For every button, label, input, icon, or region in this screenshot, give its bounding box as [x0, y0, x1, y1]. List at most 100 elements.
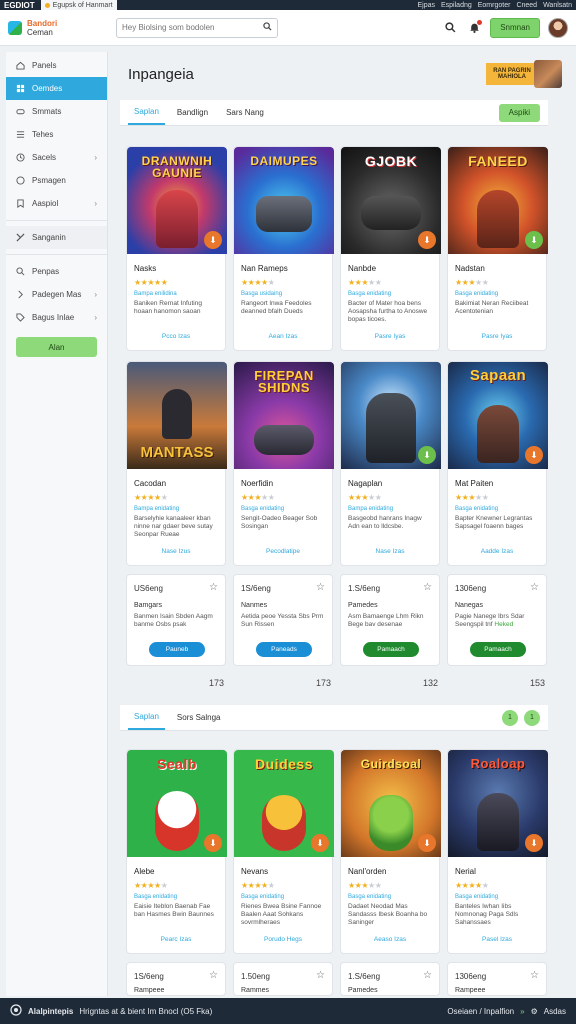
game-link[interactable]: Pcco Izas: [127, 333, 225, 340]
page-button-1[interactable]: 1: [502, 709, 518, 726]
game-tag: Basga enidating: [241, 894, 285, 900]
game-link[interactable]: Pearc Izas: [127, 936, 225, 943]
notifications-button[interactable]: [466, 19, 483, 36]
game-link[interactable]: Pasre Iyas: [448, 333, 546, 340]
favorite-icon[interactable]: ☆: [423, 582, 432, 593]
cover-figure: [254, 425, 314, 455]
game-card[interactable]: Sapaan ⬇ Mat Paiten ★★★★★ Basga enidatin…: [447, 361, 548, 566]
game-card[interactable]: DAIMUPES Nan Rameps ★★★★★ Basga usidaing…: [233, 146, 334, 351]
pricing-title: Nanegas: [455, 602, 484, 609]
pricing-button[interactable]: Pamaach: [363, 642, 419, 657]
sidebar-item-oemdes[interactable]: Oemdes: [6, 77, 107, 100]
sidebar-item-sanganin[interactable]: Sanganin: [6, 226, 107, 249]
game-link[interactable]: Pasel Izas: [448, 936, 546, 943]
game-link[interactable]: Porudo Hegs: [234, 936, 332, 943]
download-icon[interactable]: ⬇: [418, 446, 436, 464]
favorite-icon[interactable]: ☆: [530, 970, 539, 981]
download-icon[interactable]: ⬇: [418, 834, 436, 852]
signin-button[interactable]: Snmnan: [490, 17, 540, 38]
game-card[interactable]: GJOBK ⬇ Nanbde ★★★★★ Basga enidating Bac…: [340, 146, 441, 351]
promo-banner[interactable]: RAN PAGRIN MAHIOLA: [486, 60, 564, 88]
game-cover: Roaloap ⬇: [448, 750, 548, 857]
search-icon[interactable]: [263, 22, 272, 33]
tab-action-button[interactable]: Aspiki: [498, 103, 540, 122]
favorite-icon[interactable]: ☆: [209, 582, 218, 593]
game-card[interactable]: FANEED ⬇ Nadstan ★★★★★ Basga enidating B…: [447, 146, 548, 351]
search-button[interactable]: [442, 20, 458, 36]
game-link[interactable]: Aeaso Izas: [341, 936, 439, 943]
download-icon[interactable]: ⬇: [204, 834, 222, 852]
pricing-button[interactable]: Paneads: [256, 642, 312, 657]
game-card[interactable]: DRANWNIH GAUNIE ⬇ Nasks ★★★★★ Bampa enil…: [126, 146, 227, 351]
tab-saplan-2[interactable]: Saplan: [128, 704, 165, 730]
cover-figure: [477, 190, 519, 248]
game-description: Eaisie Iteblon Baenab Fae ban Hasmes Bwi…: [134, 903, 214, 918]
sidebar-item-sacels[interactable]: Sacels ›: [6, 146, 107, 169]
game-card[interactable]: Sealb ⬇ Alebe ★★★★★ Basga enidating Eais…: [126, 749, 227, 954]
game-link[interactable]: Pasre Iyas: [341, 333, 439, 340]
status-right-1[interactable]: Oseiaen / Inpalfion: [447, 1007, 514, 1016]
os-item-4[interactable]: Cneed: [516, 2, 537, 9]
download-icon[interactable]: ⬇: [418, 231, 436, 249]
pricing-row-1: US6eng ☆ Bamgars Banmen Isain Sbden Aagm…: [126, 574, 547, 666]
rating-stars: ★★★★★: [134, 881, 168, 890]
favorite-icon[interactable]: ☆: [316, 970, 325, 981]
os-item-1[interactable]: Ejpas: [417, 2, 435, 9]
game-card[interactable]: Guirdsoal ⬇ Nanl'orden ★★★★★ Basga enida…: [340, 749, 441, 954]
sidebar-item-penpas[interactable]: Penpas: [6, 260, 107, 283]
sidebar-item-padegen[interactable]: Padegen Mas ›: [6, 283, 107, 306]
game-card[interactable]: ⬇ Nagaplan ★★★★★ Bampa enidating Basgeob…: [340, 361, 441, 566]
app-logo[interactable]: Bandori Ceman: [8, 19, 108, 37]
download-icon[interactable]: ⬇: [525, 231, 543, 249]
favorite-icon[interactable]: ☆: [316, 582, 325, 593]
download-icon[interactable]: ⬇: [525, 446, 543, 464]
pricing-button[interactable]: Pauneb: [149, 642, 205, 657]
game-card[interactable]: FIREPAN SHIDNS Noerfidin ★★★★★ Basga eni…: [233, 361, 334, 566]
sidebar-item-psmagen[interactable]: Psmagen: [6, 169, 107, 192]
game-description: Rienes Bwea Bsine Fannoe Baalen Aaat Soh…: [241, 903, 322, 926]
favorite-icon[interactable]: ☆: [423, 970, 432, 981]
game-card[interactable]: Roaloap ⬇ Nerial ★★★★★ Basga enidating B…: [447, 749, 548, 954]
favorite-icon[interactable]: ☆: [209, 970, 218, 981]
game-link[interactable]: Aadde Izas: [448, 548, 546, 555]
settings-icon[interactable]: ⚙: [531, 1007, 538, 1016]
os-item-3[interactable]: Eomrgoter: [478, 2, 511, 9]
rating-stars: ★★★★★: [241, 278, 275, 287]
pricing-title: Rammes: [241, 987, 270, 994]
os-item-2[interactable]: Espiladng: [441, 2, 472, 9]
status-right-2[interactable]: Asdas: [544, 1007, 566, 1016]
game-card[interactable]: Duidess ⬇ Nevans ★★★★★ Basga enidating R…: [233, 749, 334, 954]
sidebar-item-smmats[interactable]: Smmats: [6, 100, 107, 123]
rating-stars: ★★★★★: [134, 493, 168, 502]
sidebar-item-label: Padegen Mas: [32, 290, 82, 299]
favorite-icon[interactable]: ☆: [530, 582, 539, 593]
sidebar-item-aaspiol[interactable]: Aaspiol ›: [6, 192, 107, 215]
os-item-5[interactable]: Wanlsatn: [543, 2, 572, 9]
sidebar-item-panels[interactable]: Panels: [6, 54, 107, 77]
game-link[interactable]: Pecodlatipe: [234, 548, 332, 555]
tab-sars-nang[interactable]: Sars Nang: [220, 99, 270, 125]
pricing-description: Aetida peoe Yessta Sbs Prm Sun Rissen: [241, 613, 324, 628]
os-window-tab[interactable]: Egupsk of Hanmart: [40, 0, 117, 10]
search-input[interactable]: [122, 23, 263, 32]
user-avatar[interactable]: [548, 17, 568, 38]
sidebar-cta-button[interactable]: Alan: [16, 337, 97, 357]
game-link[interactable]: Aean Izas: [234, 333, 332, 340]
page-button-2[interactable]: 1: [524, 709, 540, 726]
download-icon[interactable]: ⬇: [525, 834, 543, 852]
sidebar-item-bagus[interactable]: Bagus Inlae ›: [6, 306, 107, 329]
tab-bandlign[interactable]: Bandlign: [171, 99, 214, 125]
search-box[interactable]: [116, 17, 278, 38]
download-icon[interactable]: ⬇: [311, 834, 329, 852]
sidebar-item-tehes[interactable]: Tehes: [6, 123, 107, 146]
download-icon[interactable]: ⬇: [204, 231, 222, 249]
game-card[interactable]: MANTASS Cacodan ★★★★★ Bampa enidating Ba…: [126, 361, 227, 566]
tab-sors-salnga[interactable]: Sors Salnga: [171, 704, 227, 730]
game-name: Alebe: [134, 867, 155, 876]
game-link[interactable]: Nase Izas: [341, 548, 439, 555]
tab-saplan[interactable]: Saplan: [128, 99, 165, 125]
sidebar-item-label: Oemdes: [32, 84, 63, 93]
status-icon[interactable]: [10, 1004, 22, 1018]
pricing-button[interactable]: Pamaach: [470, 642, 526, 657]
game-link[interactable]: Nase Izus: [127, 548, 225, 555]
